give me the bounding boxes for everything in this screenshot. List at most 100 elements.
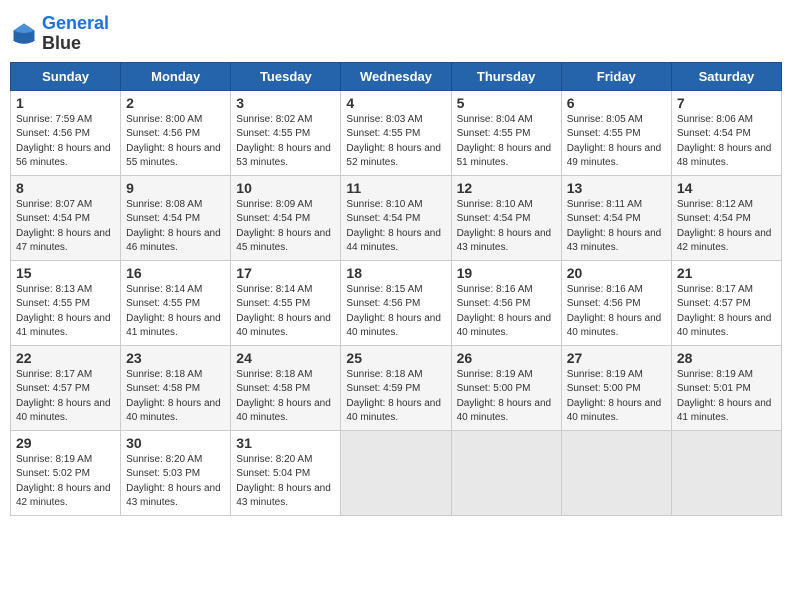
calendar-empty-cell	[451, 430, 561, 515]
logo: General Blue	[10, 14, 109, 54]
calendar-day-cell: 22 Sunrise: 8:17 AMSunset: 4:57 PMDayligh…	[11, 345, 121, 430]
calendar-day-cell: 21 Sunrise: 8:17 AMSunset: 4:57 PMDayligh…	[671, 260, 781, 345]
weekday-header: Tuesday	[231, 62, 341, 90]
day-number: 13	[567, 180, 666, 196]
calendar-day-cell: 20 Sunrise: 8:16 AMSunset: 4:56 PMDayligh…	[561, 260, 671, 345]
day-info: Sunrise: 8:08 AMSunset: 4:54 PMDaylight:…	[126, 198, 225, 256]
calendar-day-cell: 30 Sunrise: 8:20 AMSunset: 5:03 PMDayligh…	[121, 430, 231, 515]
day-number: 12	[457, 180, 556, 196]
calendar-table: SundayMondayTuesdayWednesdayThursdayFrid…	[10, 62, 782, 516]
day-number: 20	[567, 265, 666, 281]
day-info: Sunrise: 8:06 AMSunset: 4:54 PMDaylight:…	[677, 113, 776, 171]
calendar-day-cell: 13 Sunrise: 8:11 AMSunset: 4:54 PMDayligh…	[561, 175, 671, 260]
calendar-day-cell: 29Sunrise: 8:19 AMSunset: 5:02 PMDayligh…	[11, 430, 121, 515]
day-info: Sunrise: 8:03 AMSunset: 4:55 PMDaylight:…	[346, 113, 445, 171]
calendar-empty-cell	[341, 430, 451, 515]
calendar-week-row: 1Sunrise: 7:59 AMSunset: 4:56 PMDaylight…	[11, 90, 782, 175]
weekday-header: Monday	[121, 62, 231, 90]
calendar-day-cell: 26 Sunrise: 8:19 AMSunset: 5:00 PMDayligh…	[451, 345, 561, 430]
day-info: Sunrise: 8:20 AMSunset: 5:03 PMDaylight:…	[126, 453, 225, 511]
day-number: 15	[16, 265, 115, 281]
calendar-day-cell: 28 Sunrise: 8:19 AMSunset: 5:01 PMDayligh…	[671, 345, 781, 430]
day-number: 18	[346, 265, 445, 281]
calendar-day-cell: 25Sunrise: 8:18 AMSunset: 4:59 PMDayligh…	[341, 345, 451, 430]
day-number: 19	[457, 265, 556, 281]
day-number: 22	[16, 350, 115, 366]
day-number: 23	[126, 350, 225, 366]
day-info: Sunrise: 8:12 AMSunset: 4:54 PMDaylight:…	[677, 198, 776, 256]
weekday-header: Wednesday	[341, 62, 451, 90]
day-number: 30	[126, 435, 225, 451]
calendar-day-cell: 6Sunrise: 8:05 AMSunset: 4:55 PMDaylight…	[561, 90, 671, 175]
calendar-header: SundayMondayTuesdayWednesdayThursdayFrid…	[11, 62, 782, 90]
day-info: Sunrise: 8:17 AMSunset: 4:57 PMDaylight:…	[677, 283, 776, 341]
day-info: Sunrise: 8:15 AMSunset: 4:56 PMDaylight:…	[346, 283, 445, 341]
calendar-day-cell: 1Sunrise: 7:59 AMSunset: 4:56 PMDaylight…	[11, 90, 121, 175]
day-number: 31	[236, 435, 335, 451]
calendar-day-cell: 23 Sunrise: 8:18 AMSunset: 4:58 PMDayligh…	[121, 345, 231, 430]
day-info: Sunrise: 8:09 AMSunset: 4:54 PMDaylight:…	[236, 198, 335, 256]
day-info: Sunrise: 8:16 AMSunset: 4:56 PMDaylight:…	[457, 283, 556, 341]
day-info: Sunrise: 8:18 AMSunset: 4:58 PMDaylight:…	[236, 368, 335, 426]
day-info: Sunrise: 8:20 AMSunset: 5:04 PMDaylight:…	[236, 453, 335, 511]
calendar-day-cell: 14 Sunrise: 8:12 AMSunset: 4:54 PMDayligh…	[671, 175, 781, 260]
calendar-day-cell: 7Sunrise: 8:06 AMSunset: 4:54 PMDaylight…	[671, 90, 781, 175]
day-info: Sunrise: 8:00 AMSunset: 4:56 PMDaylight:…	[126, 113, 225, 171]
logo-text: General Blue	[42, 14, 109, 54]
day-number: 5	[457, 95, 556, 111]
calendar-day-cell: 3Sunrise: 8:02 AMSunset: 4:55 PMDaylight…	[231, 90, 341, 175]
day-number: 21	[677, 265, 776, 281]
calendar-day-cell: 19 Sunrise: 8:16 AMSunset: 4:56 PMDayligh…	[451, 260, 561, 345]
calendar-day-cell: 10 Sunrise: 8:09 AMSunset: 4:54 PMDayligh…	[231, 175, 341, 260]
calendar-day-cell: 2 Sunrise: 8:00 AMSunset: 4:56 PMDaylight…	[121, 90, 231, 175]
day-number: 6	[567, 95, 666, 111]
day-info: Sunrise: 8:14 AMSunset: 4:55 PMDaylight:…	[236, 283, 335, 341]
day-info: Sunrise: 8:19 AMSunset: 5:01 PMDaylight:…	[677, 368, 776, 426]
day-number: 26	[457, 350, 556, 366]
calendar-week-row: 15 Sunrise: 8:13 AMSunset: 4:55 PMDayligh…	[11, 260, 782, 345]
day-info: Sunrise: 8:13 AMSunset: 4:55 PMDaylight:…	[16, 283, 115, 341]
calendar-day-cell: 18 Sunrise: 8:15 AMSunset: 4:56 PMDayligh…	[341, 260, 451, 345]
calendar-day-cell: 16Sunrise: 8:14 AMSunset: 4:55 PMDayligh…	[121, 260, 231, 345]
weekday-header: Saturday	[671, 62, 781, 90]
calendar-day-cell: 12Sunrise: 8:10 AMSunset: 4:54 PMDayligh…	[451, 175, 561, 260]
calendar-day-cell: 11Sunrise: 8:10 AMSunset: 4:54 PMDayligh…	[341, 175, 451, 260]
calendar-day-cell: 4Sunrise: 8:03 AMSunset: 4:55 PMDaylight…	[341, 90, 451, 175]
calendar-week-row: 8Sunrise: 8:07 AMSunset: 4:54 PMDaylight…	[11, 175, 782, 260]
calendar-day-cell: 17 Sunrise: 8:14 AMSunset: 4:55 PMDayligh…	[231, 260, 341, 345]
day-info: Sunrise: 8:18 AMSunset: 4:58 PMDaylight:…	[126, 368, 225, 426]
day-info: Sunrise: 8:02 AMSunset: 4:55 PMDaylight:…	[236, 113, 335, 171]
calendar-week-row: 22 Sunrise: 8:17 AMSunset: 4:57 PMDayligh…	[11, 345, 782, 430]
day-number: 10	[236, 180, 335, 196]
calendar-day-cell: 5 Sunrise: 8:04 AMSunset: 4:55 PMDaylight…	[451, 90, 561, 175]
day-info: Sunrise: 8:18 AMSunset: 4:59 PMDaylight:…	[346, 368, 445, 426]
header: General Blue	[10, 10, 782, 54]
day-number: 14	[677, 180, 776, 196]
calendar-day-cell: 27 Sunrise: 8:19 AMSunset: 5:00 PMDayligh…	[561, 345, 671, 430]
calendar-week-row: 29Sunrise: 8:19 AMSunset: 5:02 PMDayligh…	[11, 430, 782, 515]
day-info: Sunrise: 8:17 AMSunset: 4:57 PMDaylight:…	[16, 368, 115, 426]
day-number: 17	[236, 265, 335, 281]
weekday-header: Sunday	[11, 62, 121, 90]
calendar-day-cell: 15 Sunrise: 8:13 AMSunset: 4:55 PMDayligh…	[11, 260, 121, 345]
day-info: Sunrise: 8:16 AMSunset: 4:56 PMDaylight:…	[567, 283, 666, 341]
day-number: 16	[126, 265, 225, 281]
weekday-header: Friday	[561, 62, 671, 90]
day-number: 9	[126, 180, 225, 196]
logo-icon	[10, 20, 38, 48]
day-info: Sunrise: 8:11 AMSunset: 4:54 PMDaylight:…	[567, 198, 666, 256]
calendar-empty-cell	[561, 430, 671, 515]
day-number: 28	[677, 350, 776, 366]
calendar-day-cell: 8Sunrise: 8:07 AMSunset: 4:54 PMDaylight…	[11, 175, 121, 260]
calendar-day-cell: 9 Sunrise: 8:08 AMSunset: 4:54 PMDaylight…	[121, 175, 231, 260]
day-info: Sunrise: 8:19 AMSunset: 5:00 PMDaylight:…	[457, 368, 556, 426]
day-number: 2	[126, 95, 225, 111]
day-info: Sunrise: 8:04 AMSunset: 4:55 PMDaylight:…	[457, 113, 556, 171]
calendar-day-cell: 24Sunrise: 8:18 AMSunset: 4:58 PMDayligh…	[231, 345, 341, 430]
weekday-header: Thursday	[451, 62, 561, 90]
day-info: Sunrise: 8:19 AMSunset: 5:00 PMDaylight:…	[567, 368, 666, 426]
day-number: 8	[16, 180, 115, 196]
day-number: 27	[567, 350, 666, 366]
day-number: 1	[16, 95, 115, 111]
day-number: 29	[16, 435, 115, 451]
